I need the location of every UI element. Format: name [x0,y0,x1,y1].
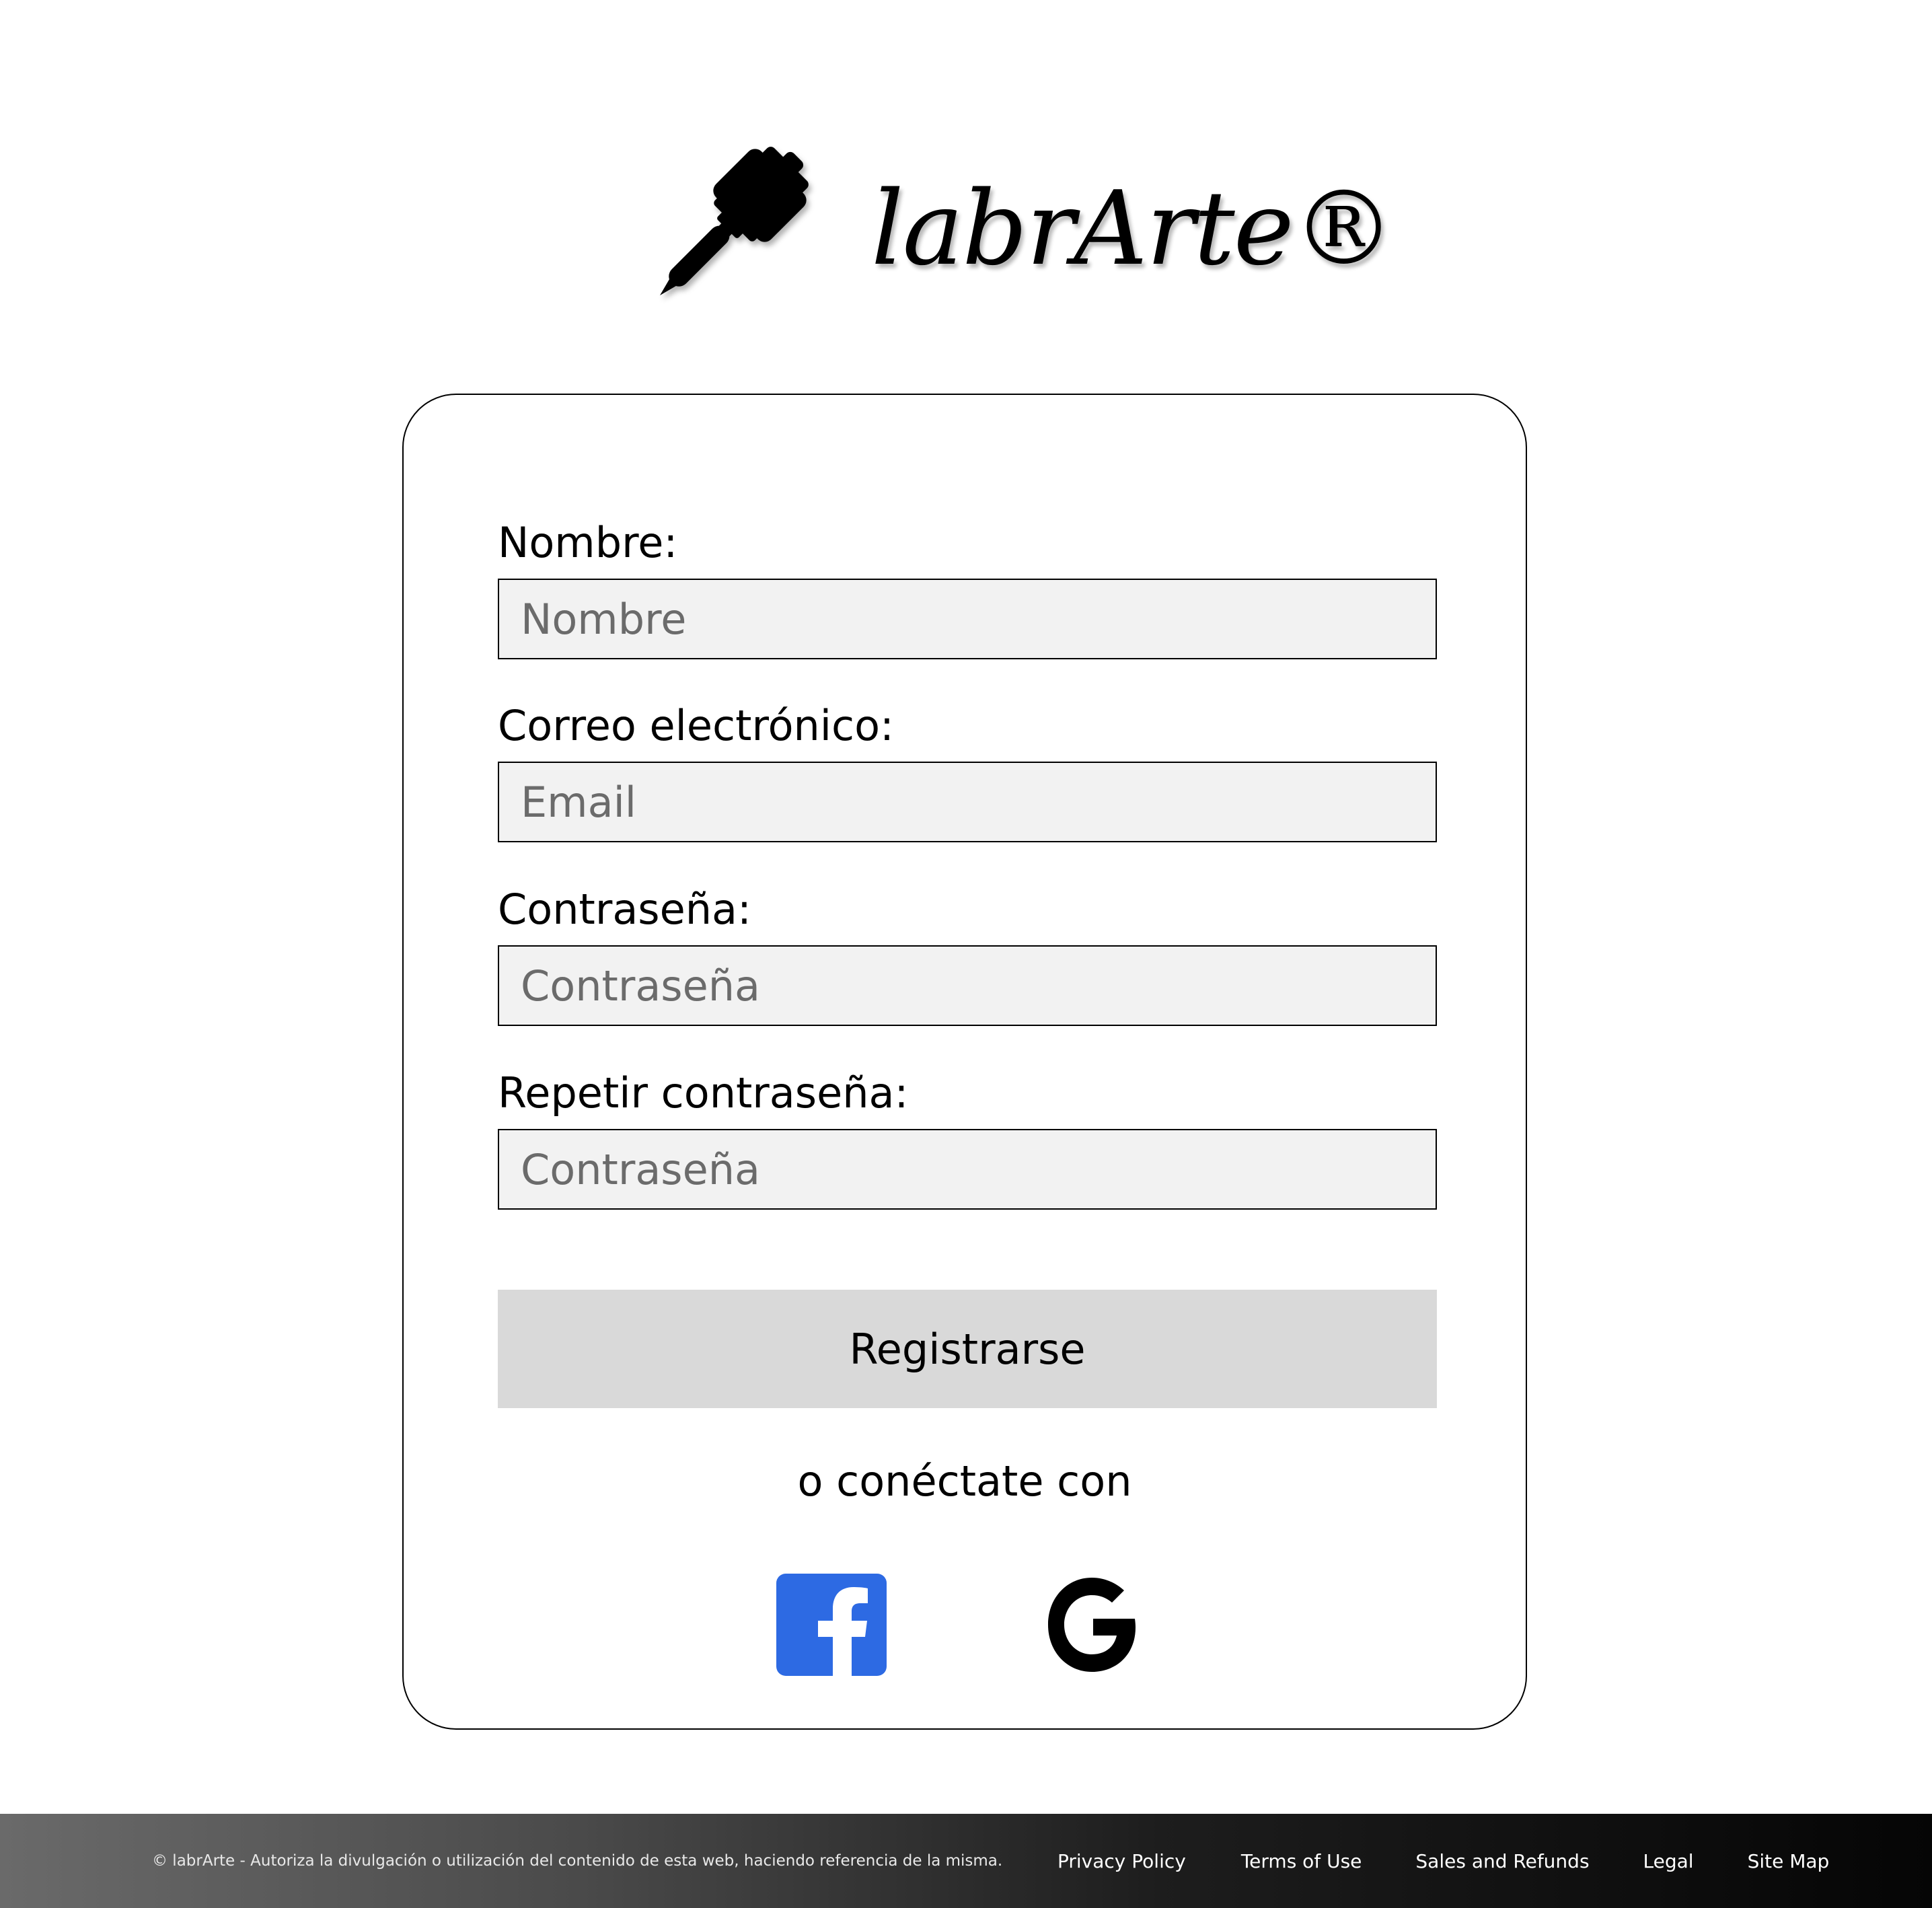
footer-link-sales-and-refunds[interactable]: Sales and Refunds [1415,1850,1589,1872]
name-input[interactable] [498,579,1437,659]
footer-link-privacy-policy[interactable]: Privacy Policy [1057,1850,1186,1872]
footer-links: Privacy Policy Terms of Use Sales and Re… [1057,1814,1829,1908]
footer-link-legal[interactable]: Legal [1643,1850,1694,1872]
copyright-text: © labrArte - Autoriza la divulgación o u… [152,1852,1003,1870]
google-icon[interactable] [1044,1574,1140,1676]
registration-form-card: Nombre: Correo electrónico: Contraseña: … [402,394,1527,1730]
password-input[interactable] [498,945,1437,1026]
repeat-password-input[interactable] [498,1129,1437,1210]
hammer-chisel-icon [660,147,809,295]
footer-link-terms-of-use[interactable]: Terms of Use [1241,1850,1362,1872]
email-input[interactable] [498,762,1437,842]
password-label: Contraseña: [498,885,751,934]
facebook-icon[interactable] [776,1574,887,1676]
footer-link-site-map[interactable]: Site Map [1748,1850,1830,1872]
name-label: Nombre: [498,518,678,567]
brand-name: labrArte® [871,169,1395,288]
brand-logo: labrArte® [632,135,1395,323]
email-label: Correo electrónico: [498,701,894,750]
site-footer: © labrArte - Autoriza la divulgación o u… [0,1814,1932,1908]
register-button[interactable]: Registrarse [498,1290,1437,1408]
registration-page: labrArte® Nombre: Correo electrónico: Co… [0,0,1932,1908]
repeat-password-label: Repetir contraseña: [498,1068,909,1117]
social-connect-label: o conéctate con [797,1457,1132,1506]
